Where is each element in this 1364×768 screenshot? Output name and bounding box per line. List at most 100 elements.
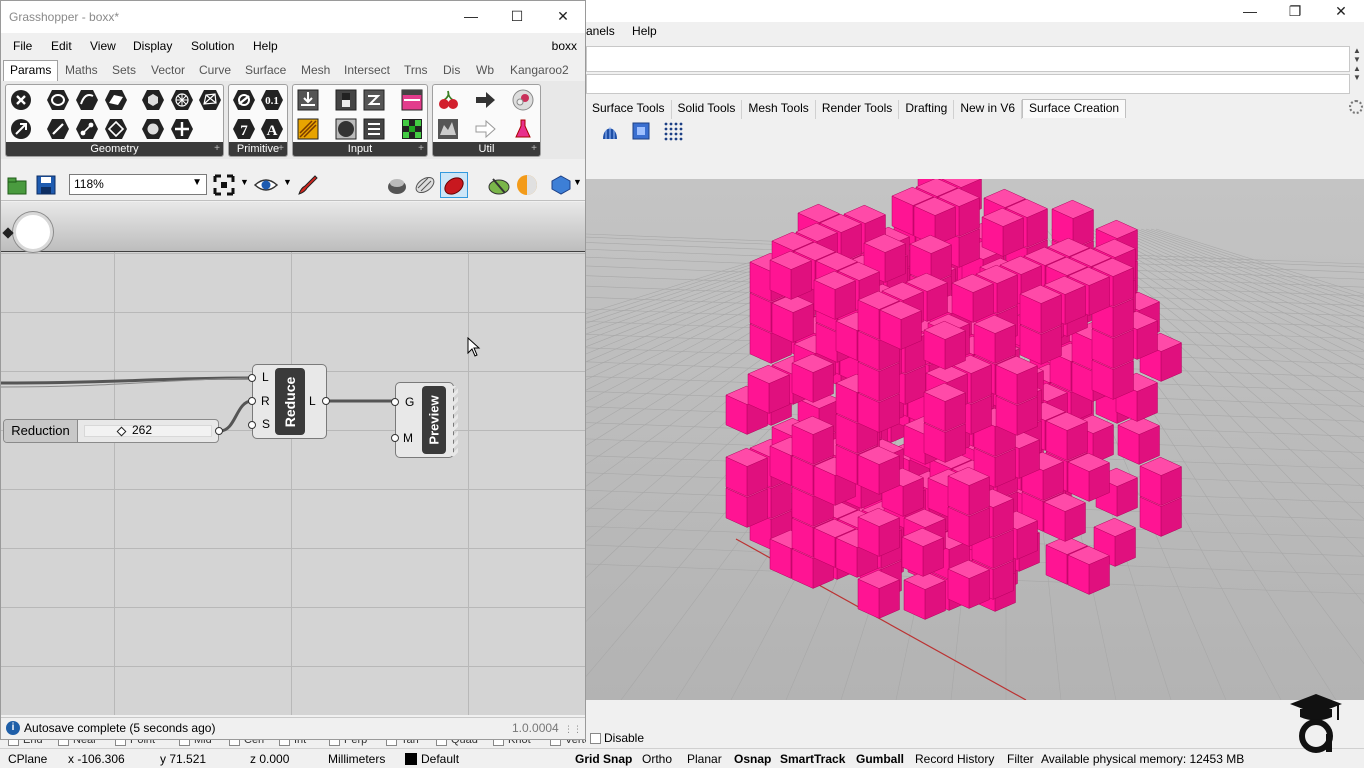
grid-snap-toggle[interactable]: Grid Snap	[575, 752, 632, 766]
value-list-icon[interactable]	[362, 117, 386, 141]
perspective-viewport[interactable]	[586, 179, 1364, 700]
tab-solid-tools[interactable]: Solid Tools	[672, 100, 743, 119]
wire-reduction[interactable]	[219, 399, 253, 433]
param-boolean-icon[interactable]	[232, 88, 256, 112]
chevron-down-icon[interactable]: ▼	[573, 177, 583, 201]
planar-surface-icon[interactable]	[631, 121, 651, 141]
menu-help[interactable]: Help	[632, 24, 657, 38]
slider-output-port[interactable]	[215, 427, 223, 435]
reduce-port-s[interactable]	[248, 421, 256, 429]
tab-kangaroo2[interactable]: Kangaroo2	[510, 63, 569, 77]
param-meshface-icon[interactable]	[198, 88, 222, 112]
gh-close-icon[interactable]: ✕	[540, 5, 586, 27]
menu-panels[interactable]: anels	[586, 24, 615, 38]
gh-maximize-icon[interactable]: ☐	[494, 5, 540, 27]
menu-edit[interactable]: Edit	[51, 39, 72, 53]
menu-view[interactable]: View	[90, 39, 116, 53]
param-brep-icon[interactable]	[141, 88, 165, 112]
open-file-icon[interactable]	[5, 173, 29, 197]
tab-sets[interactable]: Sets	[112, 63, 136, 77]
import-icon[interactable]	[296, 88, 320, 112]
menu-solution[interactable]: Solution	[191, 39, 234, 53]
disable-osnap[interactable]: Disable	[590, 731, 644, 745]
ortho-toggle[interactable]: Ortho	[642, 752, 672, 766]
restore-icon[interactable]: ❐	[1272, 0, 1318, 22]
sketch-brush-icon[interactable]	[295, 173, 319, 197]
tab-trns[interactable]: Trns	[404, 63, 428, 77]
menu-help[interactable]: Help	[253, 39, 278, 53]
cherry-picker-icon[interactable]	[436, 88, 460, 112]
tab-dis[interactable]: Dis	[443, 63, 460, 77]
eye-preview-icon[interactable]	[254, 173, 278, 197]
reduce-port-out[interactable]	[322, 397, 330, 405]
param-circle-icon[interactable]	[46, 88, 70, 112]
fitness-landscape-icon[interactable]	[436, 117, 460, 141]
tab-maths[interactable]: Maths	[65, 63, 98, 77]
document-name[interactable]: boxx	[552, 39, 577, 53]
tab-wb[interactable]: Wb	[476, 63, 494, 77]
gear-icon[interactable]	[1349, 100, 1363, 114]
tab-render-tools[interactable]: Render Tools	[816, 100, 900, 119]
control-knob-icon[interactable]	[334, 117, 358, 141]
expand-icon[interactable]: +	[418, 143, 424, 155]
expand-icon[interactable]: +	[278, 143, 284, 155]
reduce-port-r[interactable]	[248, 397, 256, 405]
tab-surface[interactable]: Surface	[245, 63, 286, 77]
command-history[interactable]	[586, 46, 1350, 72]
cplane-label[interactable]: CPlane	[8, 752, 47, 766]
tab-vector[interactable]: Vector	[151, 63, 185, 77]
units-label[interactable]: Millimeters	[328, 752, 385, 766]
gumball-toggle[interactable]: Gumball	[856, 752, 904, 766]
disable-checkbox[interactable]	[590, 733, 601, 745]
bake-icon[interactable]	[487, 173, 511, 197]
param-number-icon[interactable]: 0.1	[260, 88, 284, 112]
param-box-icon[interactable]	[141, 117, 165, 141]
display-material-icon[interactable]	[515, 173, 539, 197]
gh-canvas[interactable]: Reduction 262 L R S Reduce L G M Preview	[1, 202, 585, 715]
command-scrollbar[interactable]: ▲ ▼ ▲ ▼	[1350, 46, 1364, 94]
param-integer-icon[interactable]: 7	[232, 117, 256, 141]
param-surface-icon[interactable]	[104, 88, 128, 112]
reduction-slider[interactable]: Reduction 262	[3, 419, 223, 443]
param-curve-icon[interactable]	[75, 88, 99, 112]
galapagos-icon[interactable]	[511, 88, 535, 112]
tab-drafting[interactable]: Drafting	[899, 100, 955, 119]
tab-intersect[interactable]: Intersect	[344, 63, 390, 77]
expand-icon[interactable]: +	[214, 143, 220, 155]
preview-shaded-icon[interactable]	[413, 173, 437, 197]
point-grid-icon[interactable]	[663, 121, 683, 141]
preview-wireframe-icon[interactable]	[385, 173, 409, 197]
zoom-select[interactable]: 118% ▼	[69, 174, 207, 195]
data-input-arrow-icon[interactable]	[473, 117, 497, 141]
layer-label[interactable]: Default	[421, 752, 459, 766]
resize-grip-icon[interactable]: ⋮⋮	[564, 724, 582, 735]
graph-mapper-icon[interactable]	[296, 117, 320, 141]
digital-scope-icon[interactable]	[362, 88, 386, 112]
reduce-component[interactable]: L R S Reduce L	[248, 364, 330, 439]
tab-params[interactable]: Params	[3, 60, 59, 81]
tab-new-in-v6[interactable]: New in V6	[954, 100, 1023, 119]
planar-toggle[interactable]: Planar	[687, 752, 722, 766]
gh-minimize-icon[interactable]: —	[448, 5, 494, 27]
boolean-toggle-icon[interactable]	[334, 88, 358, 112]
param-text-icon[interactable]: A	[260, 117, 284, 141]
param-mesh-icon[interactable]	[170, 88, 194, 112]
surface-network-icon[interactable]	[600, 121, 620, 141]
canvas-widget-icon[interactable]	[549, 173, 573, 197]
param-field-icon[interactable]	[170, 117, 194, 141]
save-file-icon[interactable]	[34, 173, 58, 197]
param-vector-icon[interactable]	[9, 117, 33, 141]
zoom-extents-icon[interactable]	[212, 173, 236, 197]
tab-mesh-tools[interactable]: Mesh Tools	[742, 100, 816, 119]
smarttrack-toggle[interactable]: SmartTrack	[780, 752, 845, 766]
command-prompt[interactable]	[586, 74, 1350, 94]
preview-port-g[interactable]	[391, 398, 399, 406]
menu-display[interactable]: Display	[133, 39, 172, 53]
close-icon[interactable]: ✕	[1318, 0, 1364, 22]
preview-selected-toggle[interactable]	[440, 172, 468, 198]
gradient-icon[interactable]	[400, 88, 424, 112]
reduce-port-l[interactable]	[248, 374, 256, 382]
param-point-icon[interactable]	[75, 117, 99, 141]
preview-port-m[interactable]	[391, 434, 399, 442]
colour-swatch-icon[interactable]	[400, 117, 424, 141]
